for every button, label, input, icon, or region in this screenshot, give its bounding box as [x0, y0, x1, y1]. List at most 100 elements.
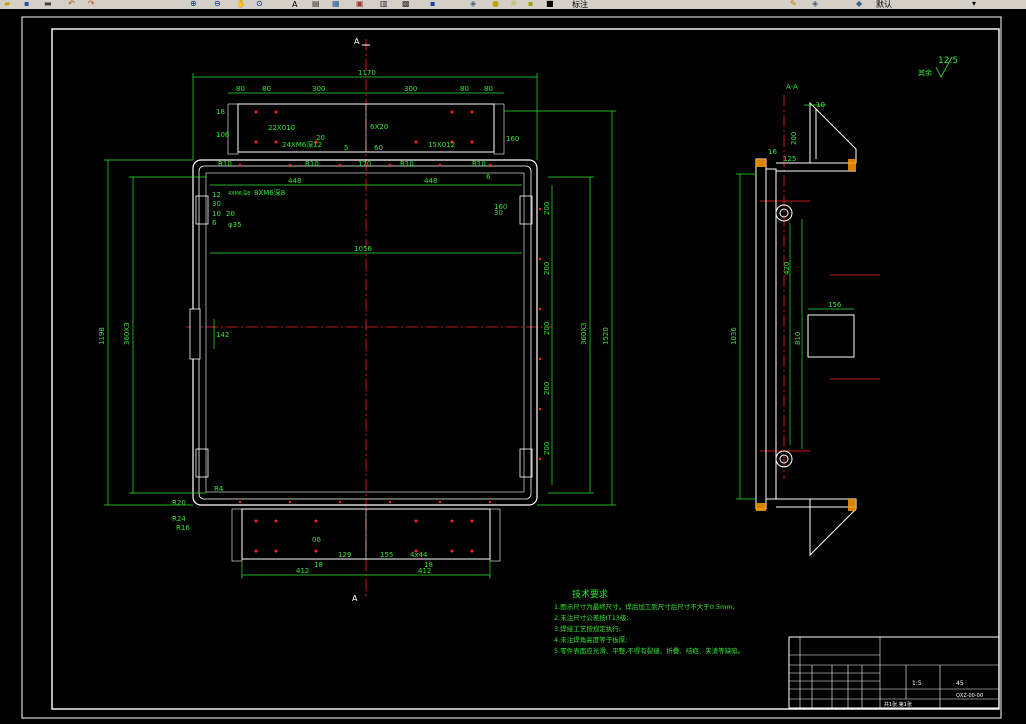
dim-right-top: 160	[506, 135, 519, 143]
dim-left-0: 18	[216, 108, 225, 116]
side-section-label: A-A	[786, 83, 798, 91]
roughness-label: 其余	[918, 68, 932, 77]
bulb-icon[interactable]: ●	[492, 0, 499, 8]
left-note-4: 10	[212, 210, 221, 218]
dim-half-width-1: 448	[424, 177, 437, 185]
note-item-0: 1.图示尺寸为最终尺寸。焊后加工到尺寸后尺寸不大于0.5mm;	[554, 602, 735, 611]
layer-icon[interactable]: ▦	[332, 0, 340, 8]
drawing-canvas[interactable]: A A 1170 80 80 300 300 80 80 18 106 160 …	[0, 9, 1026, 720]
redo-icon[interactable]: ↷	[88, 0, 95, 8]
side-dim-16: 16	[768, 148, 777, 156]
bottom-dim-2: 155	[380, 551, 393, 559]
dim-height: 1198	[98, 327, 106, 345]
dim-160-right: 160	[494, 203, 507, 211]
properties-icon[interactable]: ▤	[312, 0, 320, 8]
layer-state-icon[interactable]: ◈	[470, 0, 476, 8]
radius-1: R20	[172, 499, 186, 507]
dim-right-4: 200	[543, 442, 551, 455]
lock-icon[interactable]: ▪	[528, 0, 533, 8]
layer-tool-icon[interactable]: ◆	[856, 0, 862, 8]
zoom-in-icon[interactable]: ⊕	[190, 0, 197, 8]
text-style-icon[interactable]: A	[292, 0, 297, 9]
hole-note-1: 6X20	[370, 123, 388, 131]
grid-icon[interactable]: ▩	[402, 0, 410, 8]
undo-icon[interactable]: ↶	[68, 0, 75, 8]
zoom-out-icon[interactable]: ⊖	[214, 0, 221, 8]
hole-note-0: 22X010	[268, 124, 295, 132]
left-note-3: 30	[212, 200, 221, 208]
dim-overall-width: 1170	[358, 69, 376, 77]
note-item-3: 4.未注焊角高度等于板厚;	[554, 635, 627, 644]
bottom-dim-3: 4x44	[410, 551, 428, 559]
dim-r10-3: R10	[472, 160, 486, 168]
dim-top-3: 300	[404, 85, 417, 93]
note-item-4: 5.零件表面应光滑、平整,不得有裂缝、折叠、结疤、夹渣等缺陷。	[554, 646, 744, 655]
side-dim-420: 420	[783, 262, 791, 275]
dim-20: 20	[316, 134, 325, 142]
note-item-1: 2.未注尺寸公差按IT13级;	[554, 613, 629, 622]
open-icon[interactable]: ▰	[4, 0, 10, 8]
left-note-7: φ35	[228, 221, 242, 229]
layer-dropdown[interactable]: 默认	[876, 0, 892, 9]
dim-inner-width: 1056	[354, 245, 372, 253]
outer-border	[21, 16, 1002, 719]
radius-3: R16	[176, 524, 190, 532]
print-icon[interactable]: ▬	[44, 0, 52, 8]
radius-2: R24	[172, 515, 186, 523]
side-dim-200: 200	[790, 132, 798, 145]
dim-r10-1: R10	[305, 160, 319, 168]
dim-spacing-right: 360X3	[580, 322, 588, 345]
left-note-0: 12	[212, 191, 221, 199]
dim-60-top: 60	[374, 144, 383, 152]
dim-half-width-0: 448	[288, 177, 301, 185]
title-sheet-info: 共1张 第1张	[884, 701, 912, 708]
dim-right-0: 200	[543, 202, 551, 215]
inner-border	[51, 28, 1000, 710]
style-dropdown[interactable]: 标注	[572, 0, 588, 9]
dim-left-1: 106	[216, 131, 230, 139]
calculator-icon[interactable]: ▥	[380, 0, 388, 8]
color-icon[interactable]: ■	[546, 0, 554, 8]
front-view: A A 1170 80 80 300 300 80 80 18 106 160 …	[98, 37, 616, 603]
dim-170: 170	[358, 160, 371, 168]
side-view: A-A 10 16 12 5 156 200 1036 420 810	[730, 83, 880, 557]
dim-right-1: 200	[543, 262, 551, 275]
left-note-6: 20	[226, 210, 235, 218]
dim-r10-2: R10	[400, 160, 414, 168]
title-drawing-no: QXZ-00-00	[956, 693, 983, 699]
section-mark-bottom: A	[352, 594, 358, 603]
help-icon[interactable]: ▪	[430, 0, 435, 8]
side-dim-156: 156	[828, 301, 842, 309]
dim-total-height: 1520	[602, 327, 610, 345]
technical-notes: 技术要求 1.图示尺寸为最终尺寸。焊后加工到尺寸后尺寸不大于0.5mm; 2.未…	[554, 588, 744, 655]
roughness-value: 12.5	[938, 56, 958, 66]
sun-icon[interactable]: ☼	[510, 0, 517, 8]
dim-right-3: 200	[543, 382, 551, 395]
side-dim-12: 12	[783, 155, 792, 163]
layer-icon-2[interactable]: ▣	[356, 0, 364, 8]
pan-icon-2[interactable]: ⊙	[256, 0, 263, 8]
roughness-mark: 其余 12.5	[918, 56, 958, 78]
dim-center: 142	[216, 331, 229, 339]
hole-note-3: 15X012	[428, 141, 455, 149]
side-dim-5: 5	[792, 155, 796, 163]
title-block: 45 1:5 QXZ-00-00 共1张 第1张	[788, 636, 1000, 709]
layer-prev-icon[interactable]: ◈	[812, 0, 818, 8]
dim-top-4: 80	[460, 85, 469, 93]
note-item-2: 3.焊接工艺按规定执行;	[554, 624, 621, 633]
bottom-dim-4: 18	[314, 561, 323, 569]
match-icon[interactable]: ✎	[790, 0, 797, 8]
side-dim-10: 10	[816, 101, 825, 109]
dropdown-arrow-icon[interactable]: ▾	[972, 0, 976, 8]
dim-r10-0: R10	[218, 160, 232, 168]
dim-5: 5	[344, 144, 348, 152]
title-material: 45	[956, 680, 964, 687]
dim-spacing-left: 360X3	[123, 322, 131, 345]
dim-top-5: 80	[484, 85, 493, 93]
save-icon[interactable]: ▪	[24, 0, 29, 8]
dim-6: 6	[486, 173, 491, 181]
side-dim-height: 1036	[730, 327, 738, 345]
dim-top-2: 300	[312, 85, 325, 93]
pan-icon[interactable]: ✋	[236, 0, 246, 8]
left-note-1: 4XM6深8	[228, 190, 250, 197]
